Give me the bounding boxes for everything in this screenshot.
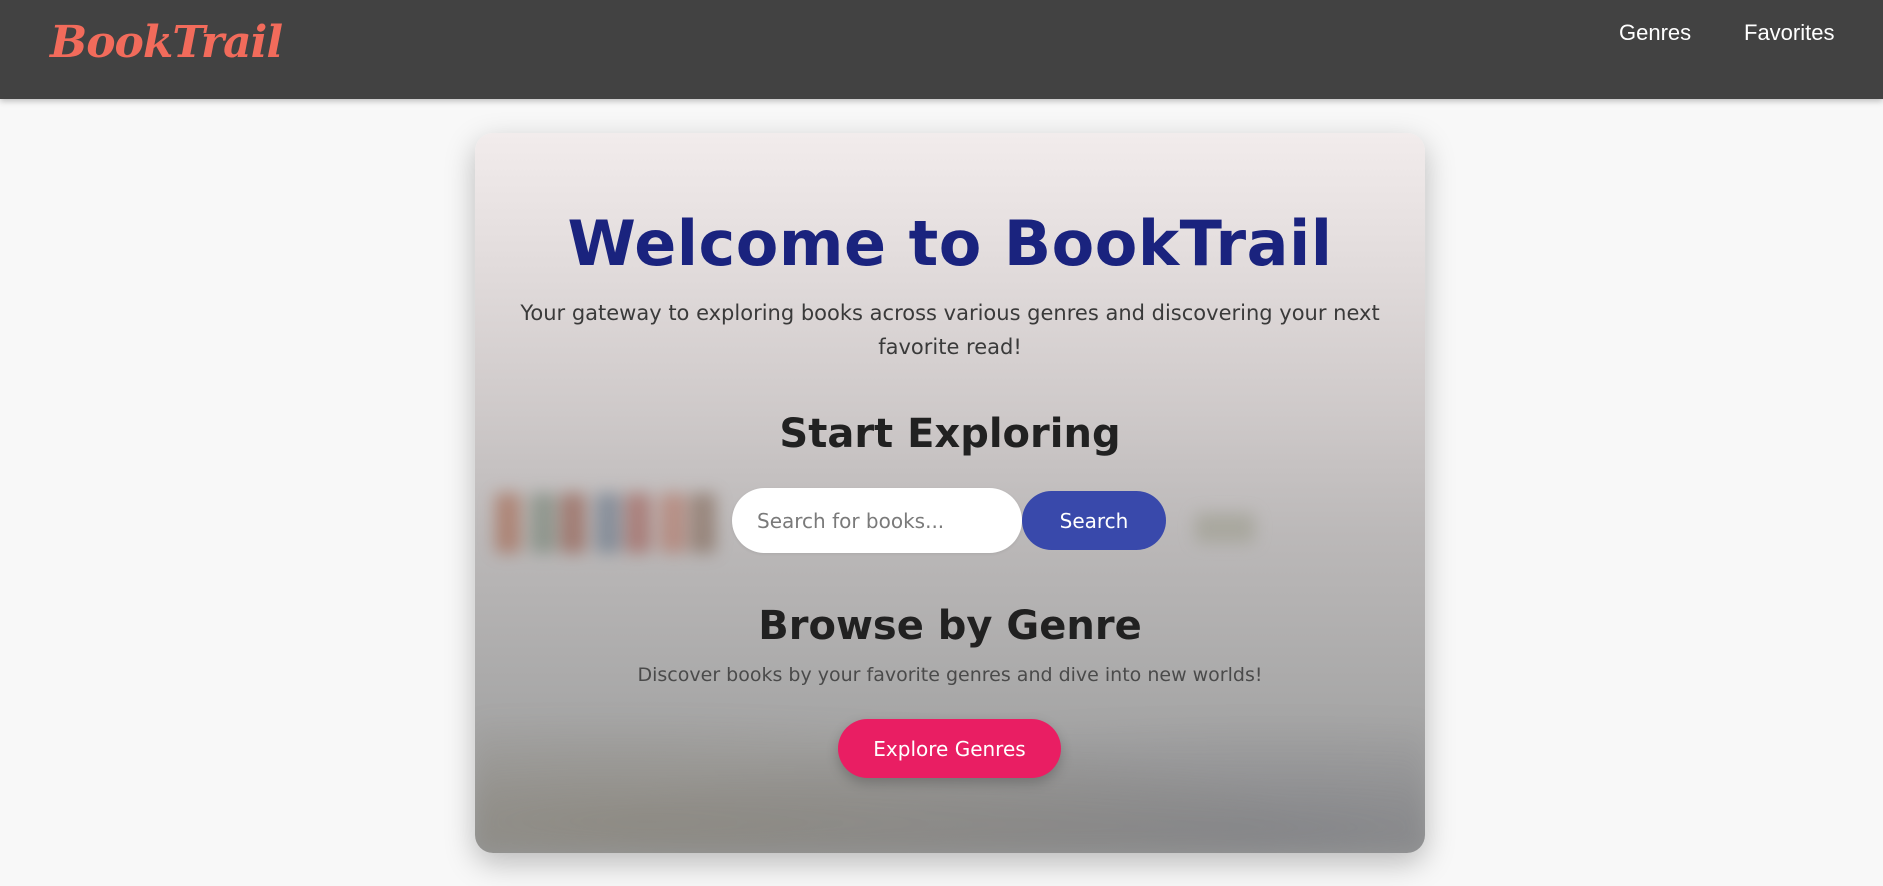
hero-card: Welcome to BookTrail Your gateway to exp… [475, 133, 1425, 853]
hero-subtitle: Your gateway to exploring books across v… [520, 301, 1380, 359]
nav-link-favorites[interactable]: Favorites [1744, 20, 1834, 46]
hero-title: Welcome to BookTrail [567, 207, 1333, 280]
explore-genres-button[interactable]: Explore Genres [838, 719, 1061, 778]
site-logo[interactable]: BookTrail [50, 17, 283, 68]
nav-link-genres[interactable]: Genres [1619, 20, 1691, 46]
browse-by-genre-heading: Browse by Genre [758, 603, 1142, 649]
genre-description: Discover books by your favorite genres a… [637, 664, 1263, 686]
start-exploring-heading: Start Exploring [779, 411, 1121, 457]
book-search-input[interactable] [732, 488, 1022, 553]
search-button[interactable]: Search [1022, 491, 1166, 550]
top-navbar: BookTrail Genres Favorites [0, 0, 1883, 99]
